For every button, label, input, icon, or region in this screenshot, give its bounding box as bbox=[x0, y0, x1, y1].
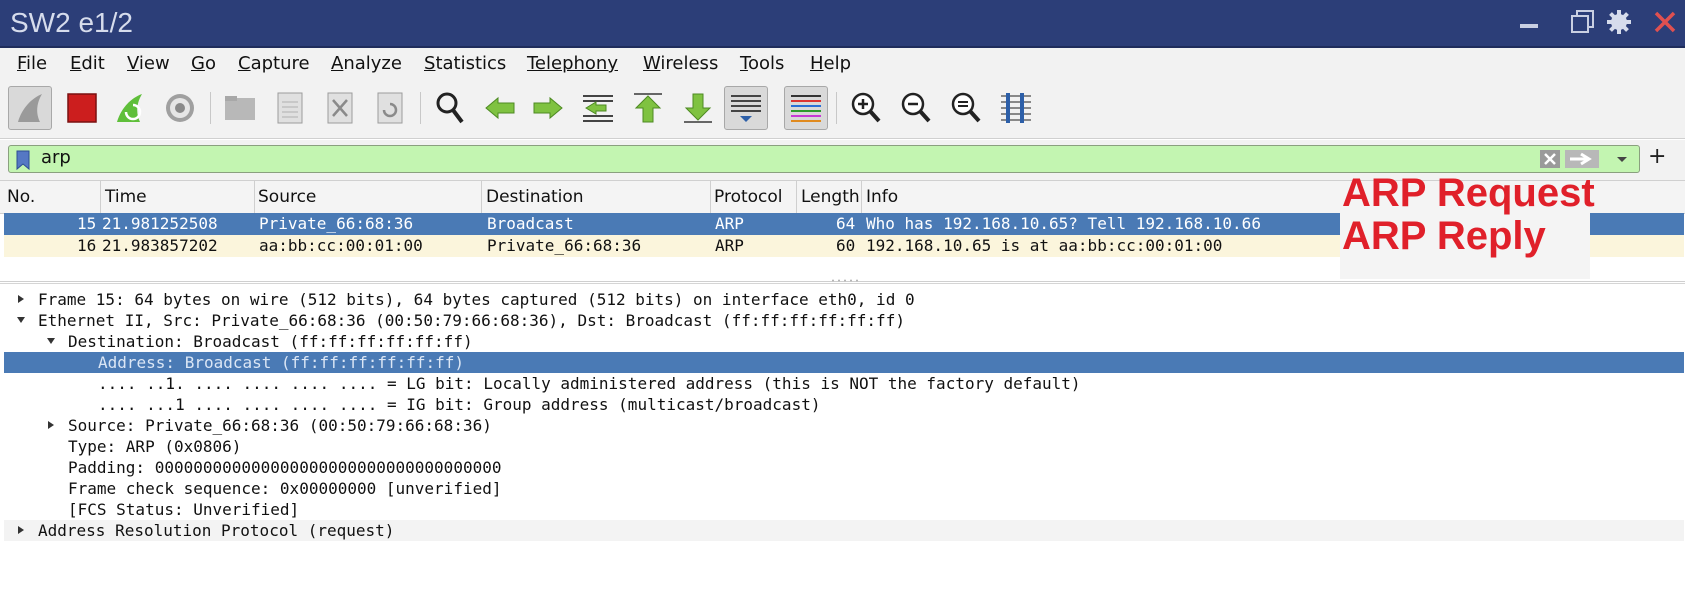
restart-icon[interactable] bbox=[108, 86, 152, 130]
packet-no: 16 bbox=[77, 236, 97, 255]
collapse-arrow-icon[interactable] bbox=[46, 336, 56, 346]
packet-protocol: ARP bbox=[715, 236, 744, 255]
options-gear-icon[interactable] bbox=[158, 86, 202, 130]
packet-length: 64 bbox=[836, 214, 856, 233]
menu-go[interactable]: Go bbox=[191, 53, 216, 74]
first-packet-icon[interactable] bbox=[626, 86, 670, 130]
column-no[interactable]: No. bbox=[7, 187, 35, 207]
expand-arrow-icon[interactable] bbox=[16, 294, 26, 304]
reload-icon[interactable] bbox=[368, 86, 412, 130]
last-packet-icon[interactable] bbox=[676, 86, 720, 130]
detail-type[interactable]: Type: ARP (0x0806) bbox=[4, 436, 1684, 457]
resize-columns-icon[interactable] bbox=[994, 86, 1038, 130]
packet-protocol: ARP bbox=[715, 214, 744, 233]
colorize-icon[interactable] bbox=[784, 86, 828, 130]
packet-time: 21.983857202 bbox=[102, 236, 218, 255]
column-time[interactable]: Time bbox=[105, 187, 147, 207]
packet-details: Frame 15: 64 bytes on wire (512 bits), 6… bbox=[0, 283, 1685, 591]
clear-filter-icon[interactable] bbox=[1539, 149, 1561, 169]
column-source[interactable]: Source bbox=[258, 187, 316, 207]
detail-fcs[interactable]: Frame check sequence: 0x00000000 [unveri… bbox=[4, 478, 1684, 499]
minimize-icon[interactable] bbox=[1514, 6, 1544, 38]
menu-statistics[interactable]: Statistics bbox=[424, 53, 506, 74]
detail-address-selected[interactable]: Address: Broadcast (ff:ff:ff:ff:ff:ff) bbox=[4, 352, 1684, 373]
zoom-normal-icon[interactable] bbox=[944, 86, 988, 130]
menu-help[interactable]: Help bbox=[810, 53, 851, 74]
arp-request-annotation: ARP Request bbox=[1342, 171, 1595, 215]
menu-view[interactable]: View bbox=[127, 53, 170, 74]
window-titlebar: SW2 e1/2 bbox=[0, 0, 1685, 48]
open-folder-icon[interactable] bbox=[218, 86, 262, 130]
detail-arp[interactable]: Address Resolution Protocol (request) bbox=[4, 520, 1684, 541]
restore-icon[interactable] bbox=[1568, 6, 1598, 38]
detail-destination[interactable]: Destination: Broadcast (ff:ff:ff:ff:ff:f… bbox=[4, 331, 1684, 352]
menu-edit[interactable]: Edit bbox=[70, 53, 105, 74]
go-back-icon[interactable] bbox=[478, 86, 522, 130]
display-filter-input[interactable]: arp bbox=[8, 145, 1640, 173]
packet-info: Who has 192.168.10.65? Tell 192.168.10.6… bbox=[866, 214, 1261, 233]
packet-time: 21.981252508 bbox=[102, 214, 218, 233]
shark-fin-icon[interactable] bbox=[8, 86, 52, 130]
autoscroll-icon[interactable] bbox=[724, 86, 768, 130]
filter-dropdown-icon[interactable] bbox=[1611, 150, 1633, 168]
pane-splitter[interactable] bbox=[830, 279, 860, 282]
zoom-in-icon[interactable] bbox=[844, 86, 888, 130]
packet-list: No. Time Source Destination Protocol Len… bbox=[0, 171, 1685, 282]
close-file-icon[interactable] bbox=[318, 86, 362, 130]
find-icon[interactable] bbox=[428, 86, 472, 130]
zoom-out-icon[interactable] bbox=[894, 86, 938, 130]
close-icon[interactable] bbox=[1650, 6, 1680, 38]
detail-frame[interactable]: Frame 15: 64 bytes on wire (512 bits), 6… bbox=[4, 289, 1684, 310]
stop-icon[interactable] bbox=[60, 86, 104, 130]
detail-padding[interactable]: Padding: 0000000000000000000000000000000… bbox=[4, 457, 1684, 478]
detail-ig-bit[interactable]: .... ...1 .... .... .... .... = IG bit: … bbox=[4, 394, 1684, 415]
packet-info: 192.168.10.65 is at aa:bb:cc:00:01:00 bbox=[866, 236, 1223, 255]
column-length[interactable]: Length bbox=[801, 187, 860, 207]
menu-telephony[interactable]: Telephony bbox=[527, 53, 618, 74]
arp-reply-annotation: ARP Reply bbox=[1342, 214, 1546, 258]
column-info[interactable]: Info bbox=[866, 187, 898, 207]
detail-lg-bit[interactable]: .... ..1. .... .... .... .... = LG bit: … bbox=[4, 373, 1684, 394]
packet-length: 60 bbox=[836, 236, 856, 255]
go-to-packet-icon[interactable] bbox=[576, 86, 620, 130]
detail-fcs-status[interactable]: [FCS Status: Unverified] bbox=[4, 499, 1684, 520]
menu-analyze[interactable]: Analyze bbox=[331, 53, 402, 74]
packet-destination: Private_66:68:36 bbox=[487, 236, 642, 255]
packet-source: Private_66:68:36 bbox=[259, 214, 414, 233]
apply-filter-icon[interactable] bbox=[1565, 150, 1599, 168]
filter-text[interactable]: arp bbox=[41, 147, 71, 168]
collapse-arrow-icon[interactable] bbox=[16, 315, 26, 325]
menu-bar: File Edit View Go Capture Analyze Statis… bbox=[0, 48, 1685, 81]
detail-source[interactable]: Source: Private_66:68:36 (00:50:79:66:68… bbox=[4, 415, 1684, 436]
main-toolbar bbox=[0, 80, 1685, 139]
bookmark-icon[interactable] bbox=[13, 149, 33, 171]
expand-arrow-icon[interactable] bbox=[46, 420, 56, 430]
add-filter-button[interactable]: + bbox=[1648, 144, 1666, 169]
detail-ethernet[interactable]: Ethernet II, Src: Private_66:68:36 (00:5… bbox=[4, 310, 1684, 331]
packet-no: 15 bbox=[77, 214, 97, 233]
menu-capture[interactable]: Capture bbox=[238, 53, 310, 74]
window-title: SW2 e1/2 bbox=[10, 7, 133, 38]
packet-source: aa:bb:cc:00:01:00 bbox=[259, 236, 423, 255]
menu-tools[interactable]: Tools bbox=[740, 53, 784, 74]
menu-file[interactable]: File bbox=[17, 53, 47, 74]
go-forward-icon[interactable] bbox=[526, 86, 570, 130]
expand-arrow-icon[interactable] bbox=[16, 525, 26, 535]
save-file-icon[interactable] bbox=[268, 86, 312, 130]
packet-destination: Broadcast bbox=[487, 214, 574, 233]
menu-wireless[interactable]: Wireless bbox=[643, 53, 718, 74]
column-protocol[interactable]: Protocol bbox=[714, 187, 783, 207]
column-destination[interactable]: Destination bbox=[486, 187, 584, 207]
settings-gear-icon[interactable] bbox=[1604, 6, 1634, 38]
